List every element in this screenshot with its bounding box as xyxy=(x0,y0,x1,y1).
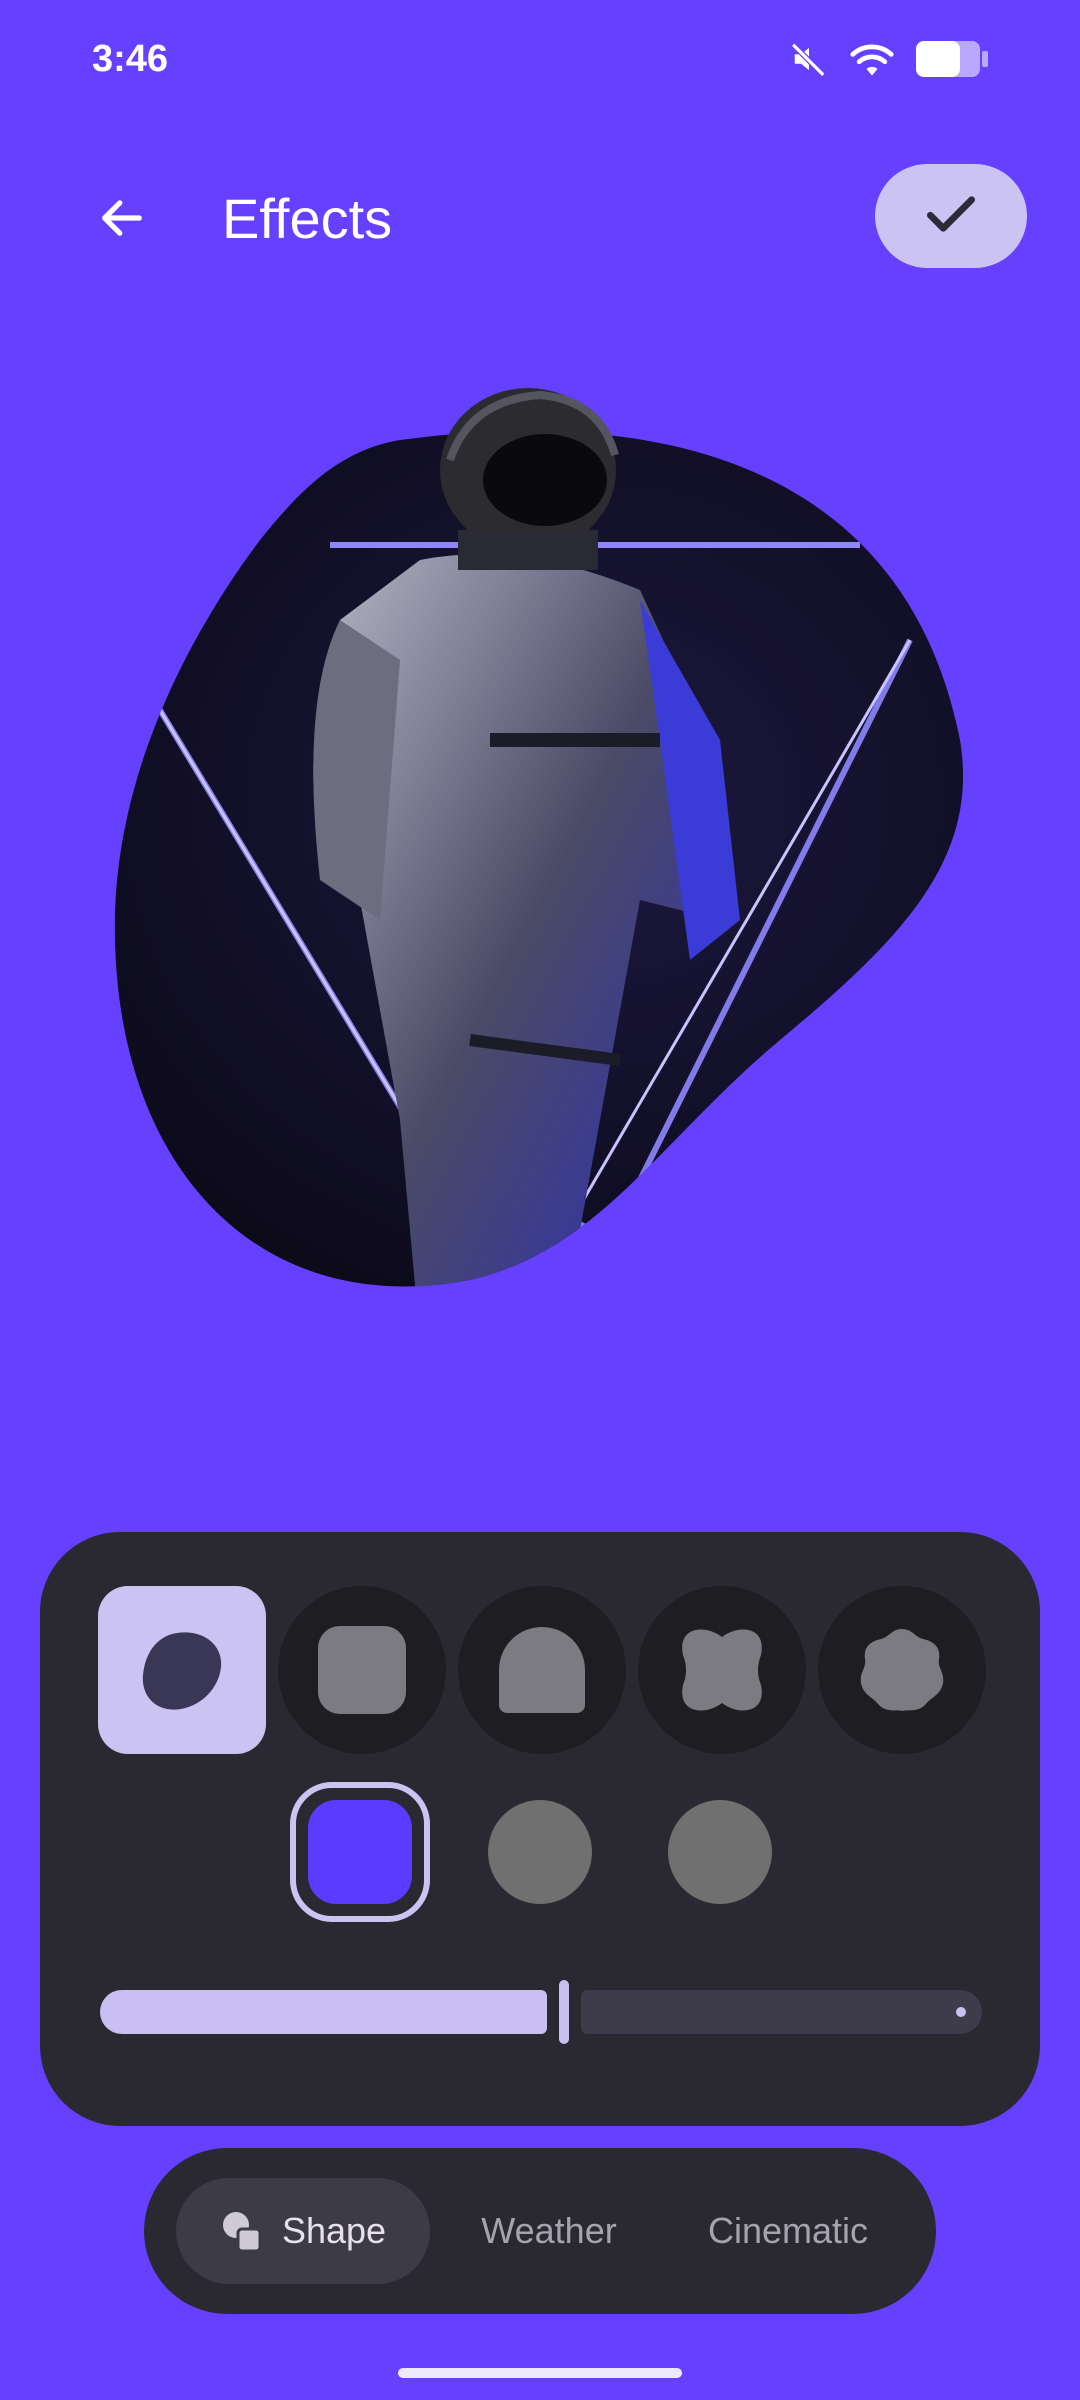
wifi-icon xyxy=(850,40,894,83)
effects-tab-bar: Shape Weather Cinematic xyxy=(144,2148,936,2314)
shape-option-flower[interactable] xyxy=(818,1586,986,1754)
arch-shape-icon xyxy=(499,1627,585,1713)
shape-option-arch[interactable] xyxy=(458,1586,626,1754)
page-title: Effects xyxy=(222,187,393,250)
shape-option-rounded-square[interactable] xyxy=(278,1586,446,1754)
check-icon xyxy=(920,183,982,250)
tab-shape[interactable]: Shape xyxy=(176,2178,430,2284)
shape-option-clover[interactable] xyxy=(638,1586,806,1754)
slider-active-track xyxy=(100,1990,547,2034)
back-button[interactable] xyxy=(82,180,162,260)
tab-cinematic-label: Cinematic xyxy=(707,2210,869,2251)
home-indicator[interactable] xyxy=(398,2368,682,2378)
astronaut-image xyxy=(114,388,964,1287)
tab-cinematic[interactable]: Cinematic xyxy=(668,2178,908,2284)
color-option-purple[interactable] xyxy=(290,1782,430,1922)
battery-icon xyxy=(916,41,988,82)
rounded-square-shape-icon xyxy=(318,1626,406,1714)
effects-panel xyxy=(40,1532,1040,2126)
color-swatch xyxy=(308,1800,412,1904)
arrow-left-icon xyxy=(96,192,148,249)
tab-weather[interactable]: Weather xyxy=(444,2178,654,2284)
tab-weather-label: Weather xyxy=(481,2210,617,2251)
intensity-slider[interactable] xyxy=(100,1980,982,2044)
shape-option-blob[interactable] xyxy=(98,1586,266,1754)
tab-shape-label: Shape xyxy=(281,2210,387,2251)
wallpaper-preview[interactable] xyxy=(0,360,1080,1340)
flower-shape-icon xyxy=(860,1629,944,1711)
top-app-bar: Effects xyxy=(0,160,1080,280)
status-time: 3:46 xyxy=(92,38,169,80)
status-icons xyxy=(790,40,988,83)
blob-shape-icon xyxy=(142,1632,222,1710)
confirm-button[interactable] xyxy=(875,164,1027,268)
color-option-gray-1[interactable] xyxy=(470,1782,610,1922)
mute-icon xyxy=(790,40,828,83)
slider-end-dot xyxy=(956,2007,966,2017)
shapes-icon xyxy=(220,2209,264,2253)
color-swatch xyxy=(488,1800,592,1904)
status-bar: 3:46 xyxy=(0,0,1080,120)
slider-handle[interactable] xyxy=(559,1980,569,2044)
clover-shape-icon xyxy=(682,1629,762,1711)
color-option-gray-2[interactable] xyxy=(650,1782,790,1922)
slider-inactive-track xyxy=(581,1990,982,2034)
color-swatch xyxy=(668,1800,772,1904)
